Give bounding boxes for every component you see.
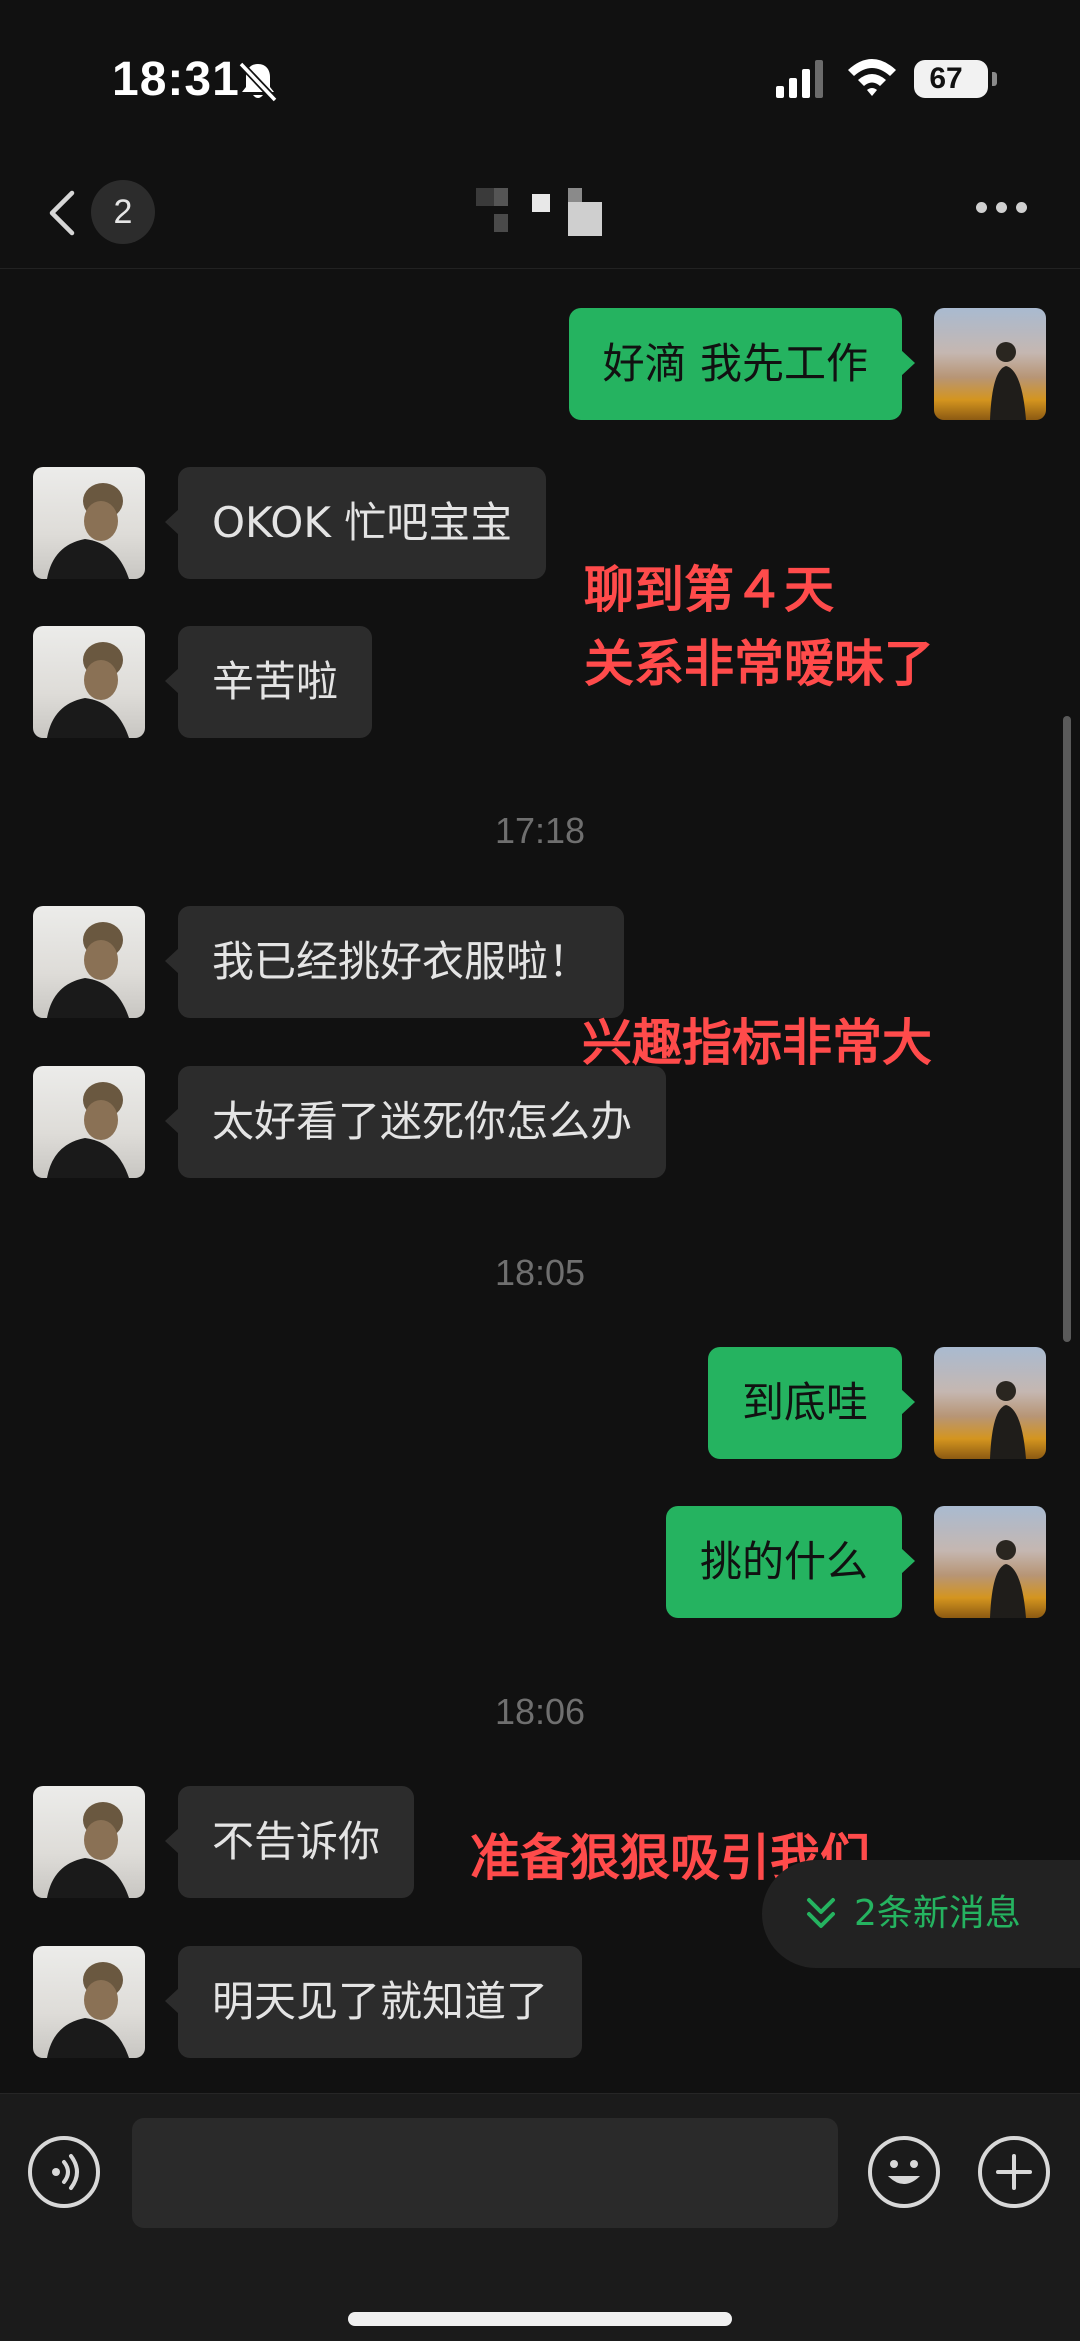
person-silhouette-icon [47, 1962, 129, 2058]
bubble-tail [165, 1828, 179, 1854]
bubble-tail [165, 948, 179, 974]
contact-avatar[interactable] [33, 1946, 145, 2058]
my-avatar[interactable] [934, 1347, 1046, 1459]
person-silhouette-icon [47, 483, 129, 579]
signal-icon [776, 60, 823, 98]
contact-avatar[interactable] [33, 906, 145, 1018]
bubble-tail [165, 1108, 179, 1134]
person-silhouette-icon [47, 1082, 129, 1178]
bubble-tail [901, 350, 915, 376]
double-chevron-down-icon [807, 1898, 835, 1928]
more-options-button[interactable] [974, 198, 1030, 218]
outgoing-message-bubble[interactable]: 到底哇 [707, 1347, 902, 1459]
contact-avatar[interactable] [33, 1066, 145, 1178]
bubble-tail [165, 668, 179, 694]
emoji-icon [888, 2160, 920, 2184]
outgoing-message-bubble[interactable]: 挑的什么 [665, 1506, 902, 1618]
incoming-message-bubble[interactable]: 我已经挑好衣服啦！ [178, 906, 625, 1018]
emoji-button[interactable] [868, 2136, 940, 2208]
contact-avatar[interactable] [33, 1786, 145, 1898]
message-row-incoming: 我已经挑好衣服啦！ [0, 906, 1080, 1018]
person-silhouette-icon [47, 642, 129, 738]
message-input[interactable] [132, 2118, 838, 2228]
message-timestamp: 18:05 [494, 1252, 586, 1293]
bubble-tail [901, 1389, 915, 1415]
chevron-left-icon [49, 190, 75, 236]
more-actions-button[interactable] [978, 2136, 1050, 2208]
status-bar: 18:31 67 [0, 0, 1080, 150]
back-button[interactable]: 2 [36, 180, 166, 244]
message-row-outgoing: 好滴 我先工作 [0, 308, 1080, 420]
annotation-interest: 兴趣指标非常大 [582, 1014, 932, 1072]
person-silhouette-icon [47, 922, 129, 1018]
incoming-message-bubble[interactable]: 明天见了就知道了 [178, 1946, 583, 2058]
new-messages-button[interactable]: 2条新消息 [762, 1860, 1080, 1968]
wifi-icon [848, 59, 896, 96]
bell-muted-icon [238, 61, 278, 103]
chat-screen: 18:31 67 2 好滴 我先工作 OKOK 忙吧宝宝 辛苦啦 17:18 我… [0, 0, 1080, 2341]
chat-title-pixelated [476, 180, 606, 240]
incoming-message-bubble[interactable]: 辛苦啦 [178, 626, 373, 738]
bubble-tail [901, 1548, 915, 1574]
plus-icon [996, 2154, 1032, 2190]
contact-avatar[interactable] [33, 467, 145, 579]
annotation-line: 关系非常暧昧了 [584, 635, 934, 693]
message-timestamp: 18:06 [494, 1691, 586, 1732]
battery-tip [992, 72, 997, 86]
message-timestamp: 17:18 [494, 810, 586, 851]
bubble-tail [165, 1988, 179, 2014]
chat-header: 2 [0, 150, 1080, 269]
my-avatar[interactable] [934, 1506, 1046, 1618]
message-row-incoming: 太好看了迷死你怎么办 [0, 1066, 1080, 1178]
input-bar [0, 2093, 1080, 2341]
person-silhouette-icon [990, 1381, 1026, 1459]
message-row-outgoing: 挑的什么 [0, 1506, 1080, 1618]
scrollbar[interactable] [1063, 716, 1071, 1342]
incoming-message-bubble[interactable]: 太好看了迷死你怎么办 [178, 1066, 667, 1178]
ellipsis-icon [976, 202, 987, 213]
voice-input-button[interactable] [28, 2136, 100, 2208]
person-silhouette-icon [990, 342, 1026, 420]
voice-icon [52, 2154, 79, 2190]
annotation-line: 聊到第４天 [584, 561, 834, 619]
my-avatar[interactable] [934, 308, 1046, 420]
person-silhouette-icon [47, 1802, 129, 1898]
annotation-day-four: 聊到第４天 关系非常暧昧了 [584, 553, 934, 701]
person-silhouette-icon [990, 1540, 1026, 1618]
battery-icon: 67 [914, 60, 988, 98]
bubble-tail [165, 509, 179, 535]
contact-avatar[interactable] [33, 626, 145, 738]
message-row-outgoing: 到底哇 [0, 1347, 1080, 1459]
incoming-message-bubble[interactable]: OKOK 忙吧宝宝 [178, 467, 547, 579]
home-indicator[interactable] [348, 2312, 732, 2326]
new-messages-label: 2条新消息 [854, 1893, 1021, 1934]
status-time: 18:31 [112, 53, 240, 106]
unread-count-badge: 2 [91, 180, 155, 244]
outgoing-message-bubble[interactable]: 好滴 我先工作 [568, 308, 902, 420]
battery-level: 67 [929, 62, 963, 95]
incoming-message-bubble[interactable]: 不告诉你 [178, 1786, 415, 1898]
